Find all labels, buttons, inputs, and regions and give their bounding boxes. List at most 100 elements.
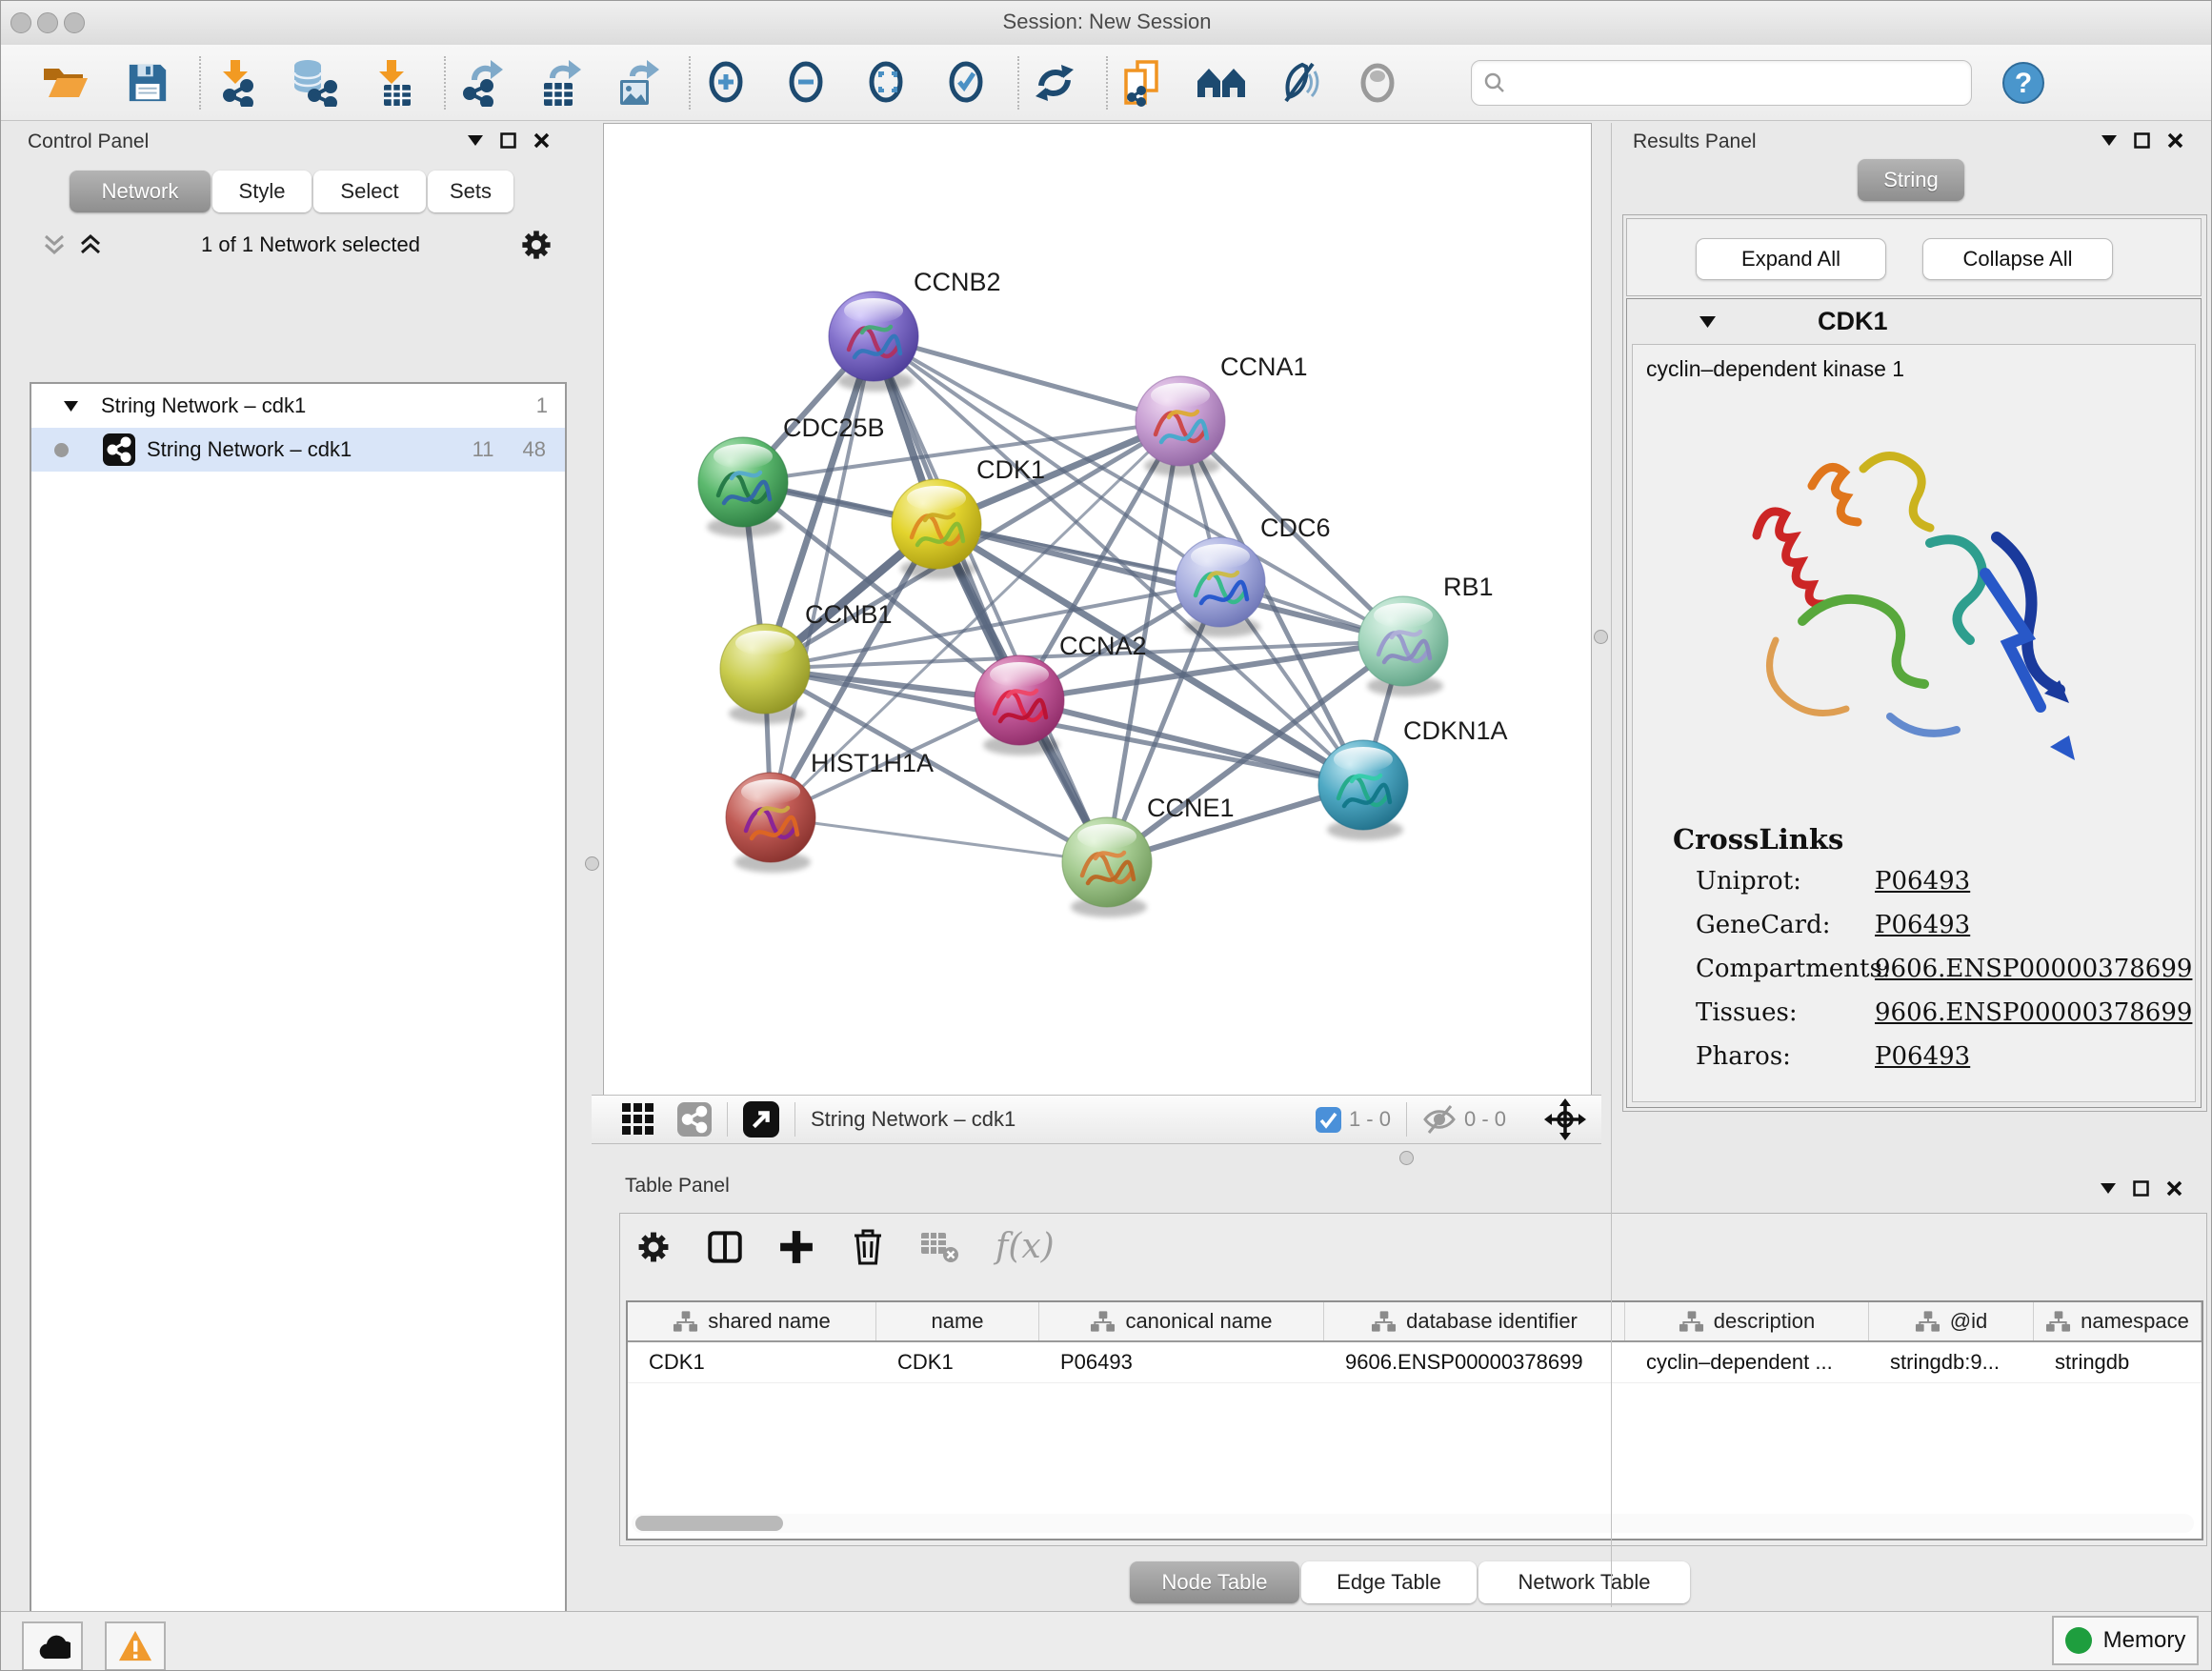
edge-count: 48 <box>523 437 546 462</box>
tab-edge-table[interactable]: Edge Table <box>1301 1561 1477 1603</box>
network-node[interactable] <box>726 773 815 873</box>
network-node[interactable] <box>829 292 918 392</box>
show-all-icon[interactable] <box>1351 56 1404 110</box>
node-count: 11 <box>473 437 494 462</box>
bottom-splitter-handle[interactable] <box>1399 1151 1414 1165</box>
crosslinks-title: CrossLinks <box>1673 823 1843 856</box>
control-panel: Control Panel Network Style Select Sets … <box>10 123 576 1607</box>
zoom-fit-icon[interactable] <box>859 56 913 110</box>
panel-close-icon[interactable] <box>533 132 550 149</box>
show-columns-icon[interactable] <box>708 1229 742 1265</box>
crosslink-uniprot-link[interactable]: P06493 <box>1875 867 1970 896</box>
node-label: CDC6 <box>1260 513 1331 542</box>
tab-node-table[interactable]: Node Table <box>1130 1561 1299 1603</box>
network-edge[interactable] <box>874 336 1107 862</box>
network-selection-status: 1 of 1 Network selected <box>102 232 519 257</box>
collapse-all-button[interactable]: Collapse All <box>1922 238 2113 280</box>
network-collection-label: String Network – cdk1 <box>101 393 536 418</box>
export-image-icon[interactable] <box>611 56 664 110</box>
table-cell[interactable]: P06493 <box>1039 1342 1324 1382</box>
column-header[interactable]: name <box>876 1302 1039 1340</box>
search-input[interactable] <box>1514 70 1960 94</box>
results-panel-menu-icon[interactable] <box>2101 135 2117 146</box>
network-node[interactable] <box>1062 817 1152 917</box>
protein-collapse-icon[interactable] <box>1699 316 1716 328</box>
crosslink-genecard-link[interactable]: P06493 <box>1875 911 1970 939</box>
results-panel-float-icon[interactable] <box>2134 132 2150 149</box>
table-panel-title: Table Panel <box>625 1175 730 1198</box>
scrollbar-thumb[interactable] <box>635 1516 783 1531</box>
tab-sets[interactable]: Sets <box>428 171 513 212</box>
memory-button[interactable]: Memory <box>2052 1616 2199 1665</box>
tab-string-results[interactable]: String <box>1858 159 1964 201</box>
zoom-selected-icon[interactable] <box>939 56 993 110</box>
crosslink-compartments-link[interactable]: 9606.ENSP00000378699 <box>1875 955 2192 983</box>
network-edge[interactable] <box>771 336 874 817</box>
new-network-from-selection-icon[interactable] <box>1116 56 1170 110</box>
panel-float-icon[interactable] <box>500 132 516 149</box>
network-edge[interactable] <box>771 817 1107 862</box>
column-header[interactable]: database identifier <box>1324 1302 1625 1340</box>
collapse-all-icon[interactable] <box>43 234 66 255</box>
node-label: CCNA2 <box>1059 632 1147 660</box>
delete-column-icon[interactable] <box>851 1228 885 1266</box>
node-label: CCNE1 <box>1147 794 1235 822</box>
first-neighbors-icon[interactable] <box>1195 56 1248 110</box>
crosslink-pharos-link[interactable]: P06493 <box>1875 1042 1970 1071</box>
import-network-file-icon[interactable] <box>210 56 263 110</box>
network-node[interactable] <box>720 624 810 724</box>
table-options-gear-icon[interactable] <box>635 1229 672 1265</box>
network-row[interactable]: String Network – cdk1 11 48 <box>31 428 565 472</box>
apply-layout-icon[interactable] <box>1028 56 1081 110</box>
cloud-status-button[interactable] <box>22 1621 83 1671</box>
right-splitter-handle[interactable] <box>1594 630 1608 644</box>
table-cell[interactable]: CDK1 <box>876 1342 1039 1382</box>
tab-style[interactable]: Style <box>212 171 312 212</box>
network-canvas[interactable]: CCNB2CCNA1CDC25BCDK1CDC6RB1CCNB1CCNA2CDK… <box>603 123 1592 1097</box>
zoom-out-icon[interactable] <box>779 56 833 110</box>
window-minimize-icon[interactable] <box>37 12 58 33</box>
tree-expand-icon[interactable] <box>64 401 78 412</box>
tab-select[interactable]: Select <box>313 171 426 212</box>
network-node[interactable] <box>892 479 981 579</box>
network-share-icon[interactable] <box>677 1102 712 1137</box>
export-network-icon[interactable] <box>454 56 508 110</box>
birds-eye-view-icon[interactable] <box>1544 1098 1586 1140</box>
export-table-icon[interactable] <box>533 56 586 110</box>
network-collection-row[interactable]: String Network – cdk1 1 <box>31 384 565 428</box>
network-node[interactable] <box>1318 740 1408 840</box>
import-network-database-icon[interactable] <box>288 56 341 110</box>
hide-selected-icon[interactable] <box>1273 56 1326 110</box>
node-label: CDC25B <box>783 413 885 442</box>
create-column-icon[interactable] <box>778 1229 814 1265</box>
table-cell[interactable]: 9606.ENSP00000378699 <box>1324 1342 1625 1382</box>
save-session-icon[interactable] <box>121 56 174 110</box>
tab-network[interactable]: Network <box>70 171 211 212</box>
detach-view-icon[interactable] <box>743 1101 779 1137</box>
selected-count-icon[interactable] <box>1316 1107 1341 1133</box>
network-node[interactable] <box>1136 376 1225 476</box>
panel-menu-icon[interactable] <box>468 135 483 146</box>
help-icon[interactable]: ? <box>1997 56 2050 110</box>
column-header[interactable]: canonical name <box>1039 1302 1324 1340</box>
crosslink-tissues-link[interactable]: 9606.ENSP00000378699 <box>1875 998 2192 1027</box>
network-node[interactable] <box>1358 596 1448 696</box>
zoom-in-icon[interactable] <box>699 56 753 110</box>
search-field[interactable] <box>1471 60 1972 106</box>
column-header[interactable]: shared name <box>628 1302 876 1340</box>
import-table-file-icon[interactable] <box>366 56 419 110</box>
left-splitter-handle[interactable] <box>585 856 599 871</box>
expand-all-icon[interactable] <box>79 234 102 255</box>
warning-status-button[interactable] <box>105 1621 166 1671</box>
network-options-gear-icon[interactable] <box>519 228 553 262</box>
open-session-icon[interactable] <box>39 56 92 110</box>
window-close-icon[interactable] <box>10 12 31 33</box>
grid-view-icon[interactable] <box>622 1103 654 1136</box>
expand-all-button[interactable]: Expand All <box>1696 238 1886 280</box>
window-zoom-icon[interactable] <box>64 12 85 33</box>
network-node[interactable] <box>975 655 1064 755</box>
network-node[interactable] <box>698 437 788 537</box>
results-panel-close-icon[interactable] <box>2167 132 2183 149</box>
table-cell[interactable]: CDK1 <box>628 1342 876 1382</box>
network-node[interactable] <box>1176 537 1265 637</box>
